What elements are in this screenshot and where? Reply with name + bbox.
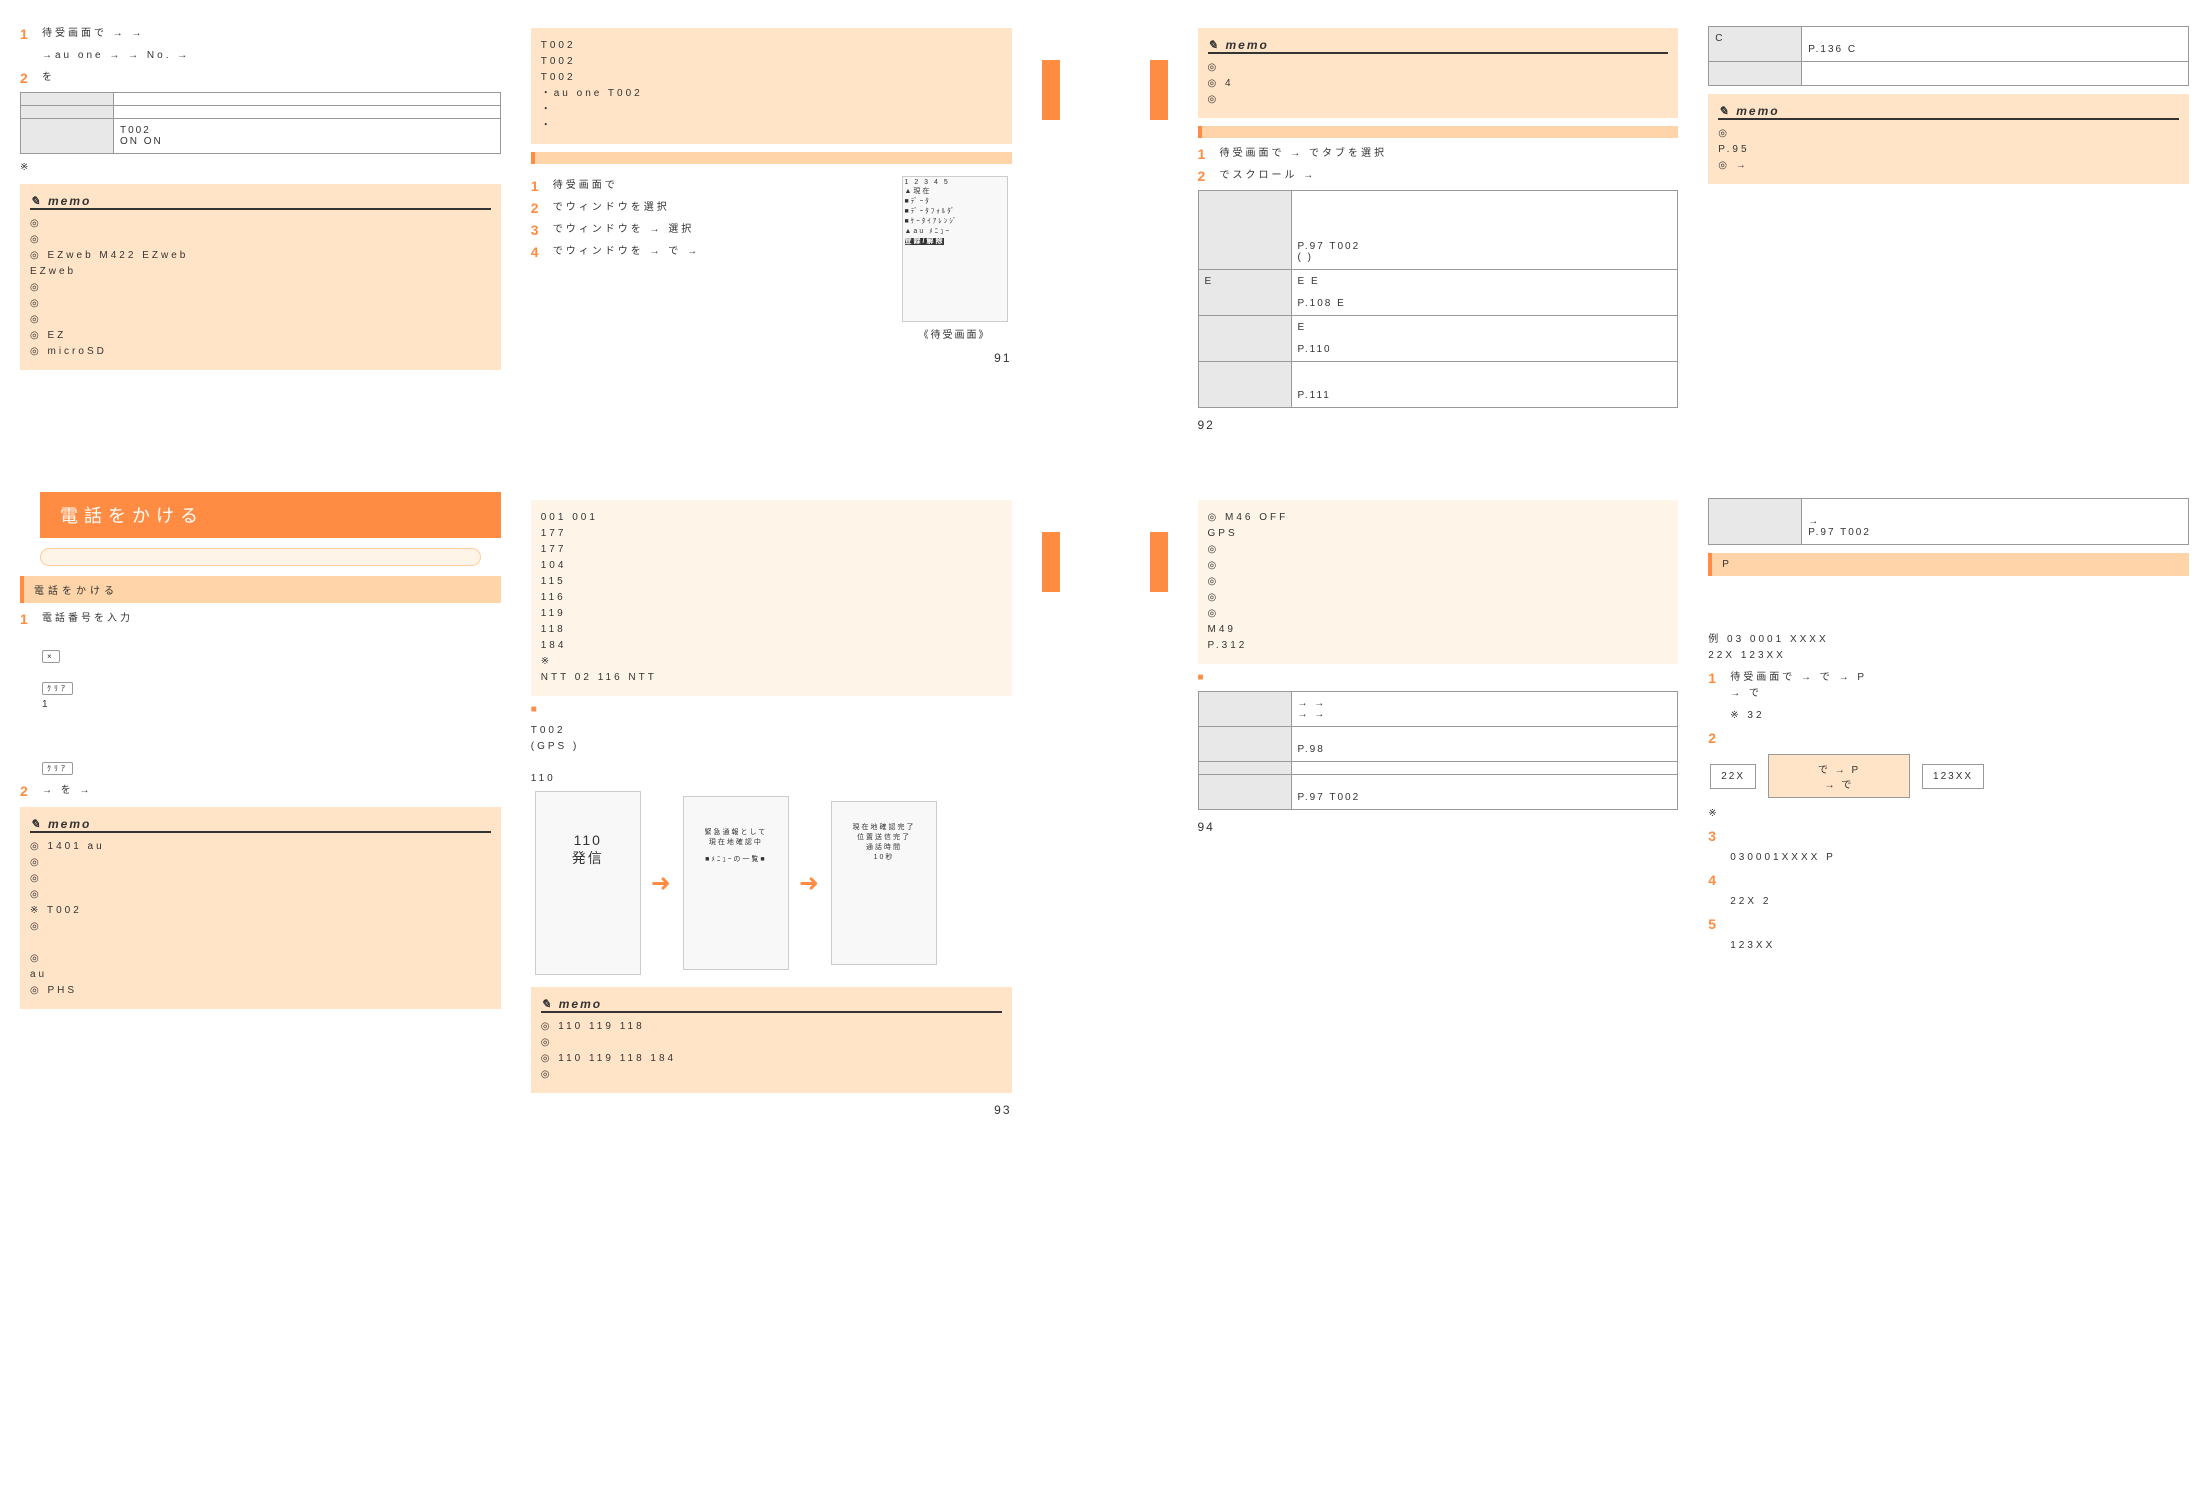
memo-box: memo ◎ ◎ 4 ◎ [1198,28,1679,118]
step-4: 4 [1708,872,2189,888]
gps-text: T002 (GPS ) 110 [531,723,1012,787]
step-1: 1電話番号を入力 [20,611,501,627]
step-4: 4でウィンドウを → で → [531,244,888,260]
step-3-text: 030001XXXX P [1730,850,2189,866]
memo-box: memo ◎ P.95 ◎ → [1708,94,2189,184]
number-list: 001 001 177 177 104 115 116 119 118 184 … [531,500,1012,696]
section-title [531,152,1012,164]
page-number: 94 [1198,820,1679,834]
step-3: 3でウィンドウを → 選択 [531,222,888,238]
side-tab [1150,60,1168,120]
small-title [1198,672,1679,683]
arrow-icon: ➜ [651,869,673,898]
step-1-cont: →au one → → No. → [42,48,501,64]
memo-header: memo [541,997,1002,1013]
action-table: → → → → P.98 P.97 T002 [1198,691,1679,810]
page-number: 92 [1198,418,1679,432]
small-title [531,704,1012,715]
chapter-header: 電話をかける [40,492,501,538]
screen-flow: 110 発信 ➜ 緊急通報として 現在地確認中 ■ﾒﾆｭｰの一覧■ ➜ 現在地確… [531,787,1012,979]
step-1: 1待受画面で → で → P → で [1708,670,2189,702]
side-tab [1042,532,1060,592]
step-2: 2を [20,70,501,86]
screen-caption: 《待受画面》 [898,326,1012,341]
example-text: 例 03 0001 XXXX 22X 123XX [1708,584,2189,664]
step-3: 3 [1708,828,2189,844]
tab-table-cont: C P.136 C [1708,26,2189,86]
step-2: 2 [1708,730,2189,746]
dial-boxes: 22X で → P → で 123XX [1708,752,2189,800]
step-5: 5 [1708,916,2189,932]
section-title: 電話をかける [20,576,501,603]
step-1: 1待受画面で → → [20,26,501,42]
memo-cont: ◎ M46 OFF GPS ◎ ◎ ◎ ◎ ◎ M49 P.312 [1198,500,1679,664]
memo-box: memo ◎ 1401 au ◎ ◎ ◎ ※ T002 ◎ ◎ au ◎ PHS [20,807,501,1009]
settings-table: T002 ON ON [20,92,501,154]
page-number: 91 [531,351,1012,365]
step-1-note: ※ 32 [1730,708,2189,724]
step-4-text: 22X 2 [1730,894,2189,910]
section-title: P [1708,553,2189,576]
step-1: 1待受画面で [531,178,888,194]
side-tab [1150,532,1168,592]
table-note: ※ [20,160,501,176]
sub-header [40,548,481,566]
step-1-text: × ｸﾘｱ 1 ｸﾘｱ [42,633,501,777]
memo-header: memo [30,817,491,833]
memo-box: memo ◎ 110 119 118 ◎ ◎ 110 119 118 184 ◎ [531,987,1012,1093]
memo-header: memo [1208,38,1669,54]
side-tab [1042,60,1060,120]
page-number: 93 [531,1103,1012,1117]
memo-header: memo [1718,104,2179,120]
phone-screen: 1 2 3 4 5▲現在■ﾃﾞｰﾀ■ﾃﾞｰﾀﾌｫﾙﾀﾞ■ｹｰﾀｲｱﾚﾝｼﾞ▲au… [902,176,1008,322]
box-note: ※ [1708,806,2189,822]
section-title [1198,126,1679,138]
step-5-text: 123XX [1730,938,2189,954]
step-2: 2でウィンドウを選択 [531,200,888,216]
step-2: 2でスクロール → [1198,168,1679,184]
arrow-icon: ➜ [799,869,821,898]
memo-box: memo ◎ ◎ ◎ EZweb M422 EZweb EZweb ◎ ◎ ◎ … [20,184,501,370]
tab-table: P.97 T002 ( ) EE E P.108 E E P.110 P.111 [1198,190,1679,408]
memo-header: memo [30,194,491,210]
step-2: 2→ を → [20,783,501,799]
info-box: T002 T002 T002 ・au one T002 ・ ・ [531,28,1012,144]
action-table-cont: → P.97 T002 [1708,498,2189,545]
step-1: 1待受画面で → でタブを選択 [1198,146,1679,162]
